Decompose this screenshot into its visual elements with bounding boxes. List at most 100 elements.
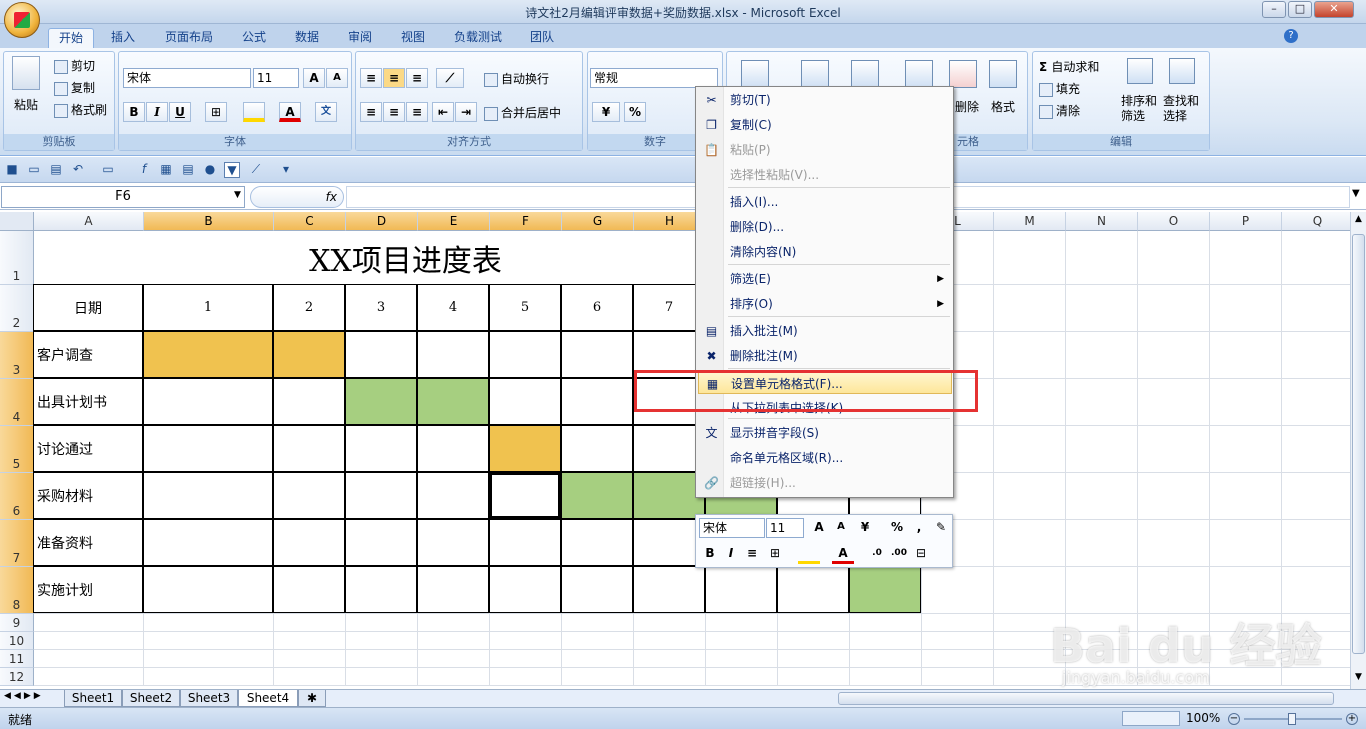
grid-cell[interactable]: [34, 668, 144, 686]
grid-cell[interactable]: [1210, 426, 1282, 473]
row-header-4[interactable]: 4: [0, 379, 34, 426]
schedule-cell[interactable]: [561, 519, 633, 566]
menu-item-2[interactable]: ❐ 复制(C): [698, 114, 952, 136]
grid-cell[interactable]: [1138, 379, 1210, 426]
sort-filter-icon[interactable]: [1127, 58, 1153, 84]
task-label[interactable]: 客户调查: [33, 331, 143, 378]
day-header[interactable]: 3: [345, 284, 417, 331]
column-header-c[interactable]: C: [274, 212, 346, 231]
column-header-o[interactable]: O: [1138, 212, 1210, 231]
schedule-cell[interactable]: [345, 331, 417, 378]
mini-merge-icon[interactable]: ⊟: [910, 544, 932, 564]
schedule-cell[interactable]: [345, 566, 417, 613]
schedule-cell[interactable]: [489, 566, 561, 613]
grid-cell[interactable]: [1138, 285, 1210, 332]
grid-cell[interactable]: [922, 632, 994, 650]
grid-cell[interactable]: [850, 668, 922, 686]
schedule-cell[interactable]: [489, 519, 561, 566]
schedule-cell[interactable]: [561, 425, 633, 472]
grid-cell[interactable]: [1138, 426, 1210, 473]
format-button[interactable]: 格式: [991, 98, 1015, 115]
grid-cell[interactable]: [1138, 332, 1210, 379]
delete-cells-button[interactable]: 删除: [955, 98, 979, 115]
menu-item-6[interactable]: 删除(D)...: [698, 216, 952, 238]
grid-cell[interactable]: [418, 614, 490, 632]
day-header[interactable]: 2: [273, 284, 345, 331]
mini-center-icon[interactable]: ≡: [741, 544, 763, 564]
close-button[interactable]: ✕: [1314, 1, 1354, 18]
schedule-cell[interactable]: [345, 378, 417, 425]
grid-cell[interactable]: [562, 614, 634, 632]
tab-page-layout[interactable]: 页面布局: [158, 28, 220, 48]
name-box-dropdown-icon[interactable]: ▼: [234, 190, 241, 200]
schedule-cell[interactable]: [417, 519, 489, 566]
row-header-2[interactable]: 2: [0, 285, 34, 332]
binoculars-icon[interactable]: [1169, 58, 1195, 84]
mini-font-color-icon[interactable]: A: [832, 544, 854, 564]
grid-cell[interactable]: [144, 668, 274, 686]
grid-cell[interactable]: [1282, 426, 1350, 473]
schedule-cell[interactable]: [489, 331, 561, 378]
tab-team[interactable]: 团队: [522, 28, 562, 48]
menu-item-10[interactable]: ▤ 插入批注(M): [698, 320, 952, 342]
expand-formula-icon[interactable]: ▼: [1352, 188, 1360, 199]
schedule-cell[interactable]: [143, 519, 273, 566]
row-header-10[interactable]: 10: [0, 632, 34, 650]
mini-increase-decimal-icon[interactable]: .0: [866, 544, 888, 564]
grid-cell[interactable]: [144, 632, 274, 650]
day-header[interactable]: 5: [489, 284, 561, 331]
fill-color-icon[interactable]: [243, 102, 265, 122]
mini-border-icon[interactable]: ⊞: [764, 544, 786, 564]
menu-item-5[interactable]: 插入(I)...: [698, 191, 952, 213]
grid-cell[interactable]: [1282, 231, 1350, 285]
schedule-cell[interactable]: [705, 566, 777, 613]
tab-formulas[interactable]: 公式: [234, 28, 274, 48]
task-label[interactable]: 采购材料: [33, 472, 143, 519]
align-top-icon[interactable]: ≡: [360, 68, 382, 88]
grid-cell[interactable]: [1282, 332, 1350, 379]
tab-data[interactable]: 数据: [287, 28, 327, 48]
row-header-1[interactable]: 1: [0, 231, 34, 285]
row-header-11[interactable]: 11: [0, 650, 34, 668]
task-label[interactable]: 出具计划书: [33, 378, 143, 425]
font-color-button[interactable]: A: [279, 102, 301, 122]
mini-bold-button[interactable]: B: [699, 544, 721, 564]
grid-cell[interactable]: [562, 632, 634, 650]
schedule-cell[interactable]: [417, 378, 489, 425]
grid-cell[interactable]: [1138, 567, 1210, 614]
mini-fill-color-icon[interactable]: [798, 544, 820, 564]
day-header[interactable]: 6: [561, 284, 633, 331]
decrease-indent-icon[interactable]: ⇤: [432, 102, 454, 122]
grid-cell[interactable]: [1210, 567, 1282, 614]
grid-cell[interactable]: [490, 614, 562, 632]
open-icon[interactable]: ▭: [26, 162, 42, 178]
grid-cell[interactable]: [994, 231, 1066, 285]
date-header-label[interactable]: 日期: [33, 284, 143, 331]
schedule-cell[interactable]: [561, 566, 633, 613]
autosum-button[interactable]: 自动求和: [1051, 60, 1099, 74]
menu-item-15[interactable]: 命名单元格区域(R)...: [698, 447, 952, 469]
grid-cell[interactable]: [1282, 379, 1350, 426]
grid-cell[interactable]: [778, 614, 850, 632]
phonetic-icon[interactable]: 文: [315, 102, 337, 122]
grid-cell[interactable]: [1210, 332, 1282, 379]
menu-item-11[interactable]: ✖ 删除批注(M): [698, 345, 952, 367]
grid-cell[interactable]: [922, 567, 994, 614]
schedule-cell[interactable]: [777, 566, 849, 613]
column-header-q[interactable]: Q: [1282, 212, 1350, 231]
mini-format-painter-icon[interactable]: ✎: [930, 518, 952, 538]
row-header-12[interactable]: 12: [0, 668, 34, 686]
scroll-thumb[interactable]: [1352, 234, 1365, 654]
task-label[interactable]: 讨论通过: [33, 425, 143, 472]
column-header-f[interactable]: F: [490, 212, 562, 231]
row-header-5[interactable]: 5: [0, 426, 34, 473]
schedule-cell[interactable]: [273, 519, 345, 566]
undo-icon[interactable]: ↶: [70, 162, 86, 178]
task-label[interactable]: 准备资料: [33, 519, 143, 566]
grid-cell[interactable]: [1066, 379, 1138, 426]
grid-cell[interactable]: [634, 650, 706, 668]
mini-italic-button[interactable]: I: [720, 544, 742, 564]
tab-load-test[interactable]: 负载测试: [446, 28, 510, 48]
conditional-format-icon[interactable]: [741, 60, 769, 88]
grid-cell[interactable]: [634, 614, 706, 632]
